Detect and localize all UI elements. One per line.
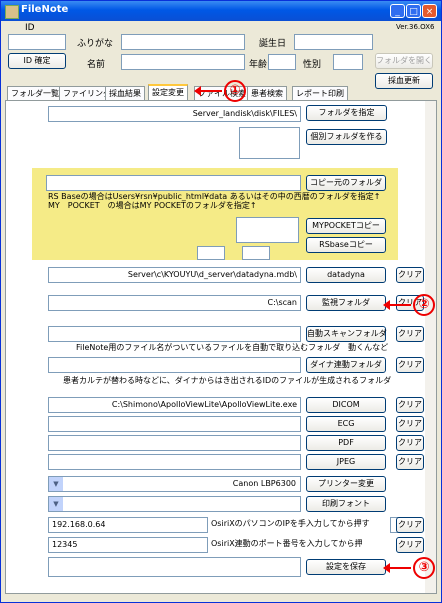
osirix-ip-clear-button[interactable]: クリア <box>396 517 424 533</box>
dicom-button[interactable]: DICOM <box>306 397 386 413</box>
jpeg-clear-button[interactable]: クリア <box>396 454 424 470</box>
datadyna-field[interactable]: Server\c\KYOUYU\d_server\datadyna.mdb\ <box>48 267 301 283</box>
age-label: 年齢 <box>249 60 268 70</box>
save-settings-button[interactable]: 設定を保存 <box>306 559 386 575</box>
save-info-field[interactable] <box>48 557 301 577</box>
specify-folder-button[interactable]: フォルダを指定 <box>306 105 387 121</box>
printer-value: Canon LBP6300 <box>232 479 296 488</box>
copy-source-button[interactable]: コピー元のフォルダ <box>306 175 386 191</box>
ecg-button[interactable]: ECG <box>306 416 386 432</box>
open-folder-button[interactable]: フォルダを開く <box>375 53 433 69</box>
maximize-button[interactable]: □ <box>406 4 421 18</box>
callout-1-arrow <box>194 86 222 96</box>
callout-3: ③ <box>413 557 435 579</box>
dicom-field[interactable]: C:\Shimono\ApolloViewLite\ApolloViewLite… <box>48 397 301 413</box>
blood-update-button[interactable]: 採血更新 <box>375 73 433 89</box>
furigana-label: ふりがな <box>77 39 114 49</box>
age-field[interactable] <box>268 54 296 70</box>
watch-folder-field[interactable]: C:\scan <box>48 295 301 311</box>
copy-small-field-1[interactable] <box>197 246 225 260</box>
tab-report-print[interactable]: レポート印刷 <box>292 86 348 100</box>
blank-field[interactable] <box>239 127 300 159</box>
osirix-port-clear-button[interactable]: クリア <box>396 537 424 553</box>
ecg-field[interactable] <box>48 416 301 432</box>
ecg-clear-button[interactable]: クリア <box>396 416 424 432</box>
id-label: ID <box>25 23 35 33</box>
osirix-port-field[interactable]: 12345 <box>48 537 208 553</box>
datadyna-button[interactable]: datadyna <box>306 267 386 283</box>
auto-scan-clear-button[interactable]: クリア <box>396 326 424 342</box>
pdf-clear-button[interactable]: クリア <box>396 435 424 451</box>
jpeg-field[interactable] <box>48 454 301 470</box>
osirix-ip-note: OsiriXのパソコンのIPを手入力してから押す <box>211 519 370 528</box>
font-select[interactable]: ▼ <box>48 496 301 512</box>
callout-2-arrow <box>383 300 411 310</box>
jpeg-button[interactable]: JPEG <box>306 454 386 470</box>
osirix-port-note: OsiriX連動のポート番号を入力してから押 <box>211 539 363 548</box>
name-label: 名前 <box>87 60 106 70</box>
printer-select[interactable]: ▼ Canon LBP6300 <box>48 476 301 492</box>
callout-3-arrow <box>383 563 411 573</box>
furigana-field[interactable] <box>121 34 245 50</box>
sex-field[interactable] <box>333 54 363 70</box>
auto-scan-button[interactable]: 自動スキャンフォルダ <box>306 326 387 342</box>
dicom-clear-button[interactable]: クリア <box>396 397 424 413</box>
tab-settings[interactable]: 設定変更 <box>148 84 188 101</box>
dropdown-arrow-icon: ▼ <box>49 477 63 491</box>
pdf-button[interactable]: PDF <box>306 435 386 451</box>
copy-source-field[interactable] <box>46 175 301 191</box>
birthday-label: 誕生日 <box>259 39 287 49</box>
close-button[interactable]: × <box>422 4 437 18</box>
rsbase-copy-button[interactable]: RSbaseコピー <box>306 237 386 253</box>
mypocket-copy-button[interactable]: MYPOCKETコピー <box>306 218 386 234</box>
id-confirm-button[interactable]: ID 確定 <box>8 53 66 69</box>
tab-folder-list[interactable]: フォルダ一覧 <box>7 86 63 100</box>
dyna-link-note: 患者カルテが替わる時などに、ダイナからはき出されるIDのファイルが生成されるフォ… <box>63 376 392 385</box>
app-icon <box>5 5 19 19</box>
tab-blood-results[interactable]: 採血結果 <box>105 86 145 100</box>
tab-patient-search[interactable]: 患者検索 <box>247 86 287 100</box>
printer-change-button[interactable]: プリンター変更 <box>306 476 386 492</box>
id-field[interactable] <box>8 34 66 50</box>
birthday-field[interactable] <box>294 34 373 50</box>
datadyna-clear-button[interactable]: クリア <box>396 267 424 283</box>
scrollbar[interactable] <box>425 101 436 593</box>
dyna-link-button[interactable]: ダイナ連動フォルダ <box>306 357 386 373</box>
make-folder-button[interactable]: 個別フォルダを作る <box>306 129 387 145</box>
dropdown-arrow-icon: ▼ <box>49 497 63 511</box>
server-folder-field[interactable]: Server_landisk\disk\FILES\ <box>48 106 301 122</box>
dyna-link-clear-button[interactable]: クリア <box>396 357 424 373</box>
callout-2: ② <box>413 294 435 316</box>
osirix-ip-field[interactable]: 192.168.0.64 <box>48 517 208 533</box>
sex-label: 性別 <box>303 60 322 70</box>
print-font-button[interactable]: 印刷フォント <box>306 496 386 512</box>
dyna-link-field[interactable] <box>48 357 301 373</box>
pdf-field[interactable] <box>48 435 301 451</box>
copy-note-mypocket: MY POCKET の場合はMY POCKETのフォルダを指定↑ <box>48 201 257 210</box>
name-field[interactable] <box>121 54 245 70</box>
copy-info-field[interactable] <box>236 217 299 243</box>
app-window: FileNote _ □ × ID ふりがな 誕生日 Ver.36.OX6 ID… <box>0 0 442 603</box>
auto-scan-field[interactable] <box>48 326 301 342</box>
minimize-button[interactable]: _ <box>390 4 405 18</box>
window-title: FileNote <box>21 4 69 15</box>
watch-folder-button[interactable]: 監視フォルダ <box>306 295 386 311</box>
version-label: Ver.36.OX6 <box>396 23 435 31</box>
auto-scan-note: FileNote用のファイル名がついているファイルを自動で取り込むフォルダ 動く… <box>76 343 389 352</box>
copy-note-rsbase: RS Baseの場合はUsers¥rsn¥public_html¥data ある… <box>48 192 381 201</box>
copy-small-field-2[interactable] <box>242 246 270 260</box>
callout-1: ① <box>224 80 246 102</box>
title-bar: FileNote _ □ × <box>1 1 441 21</box>
